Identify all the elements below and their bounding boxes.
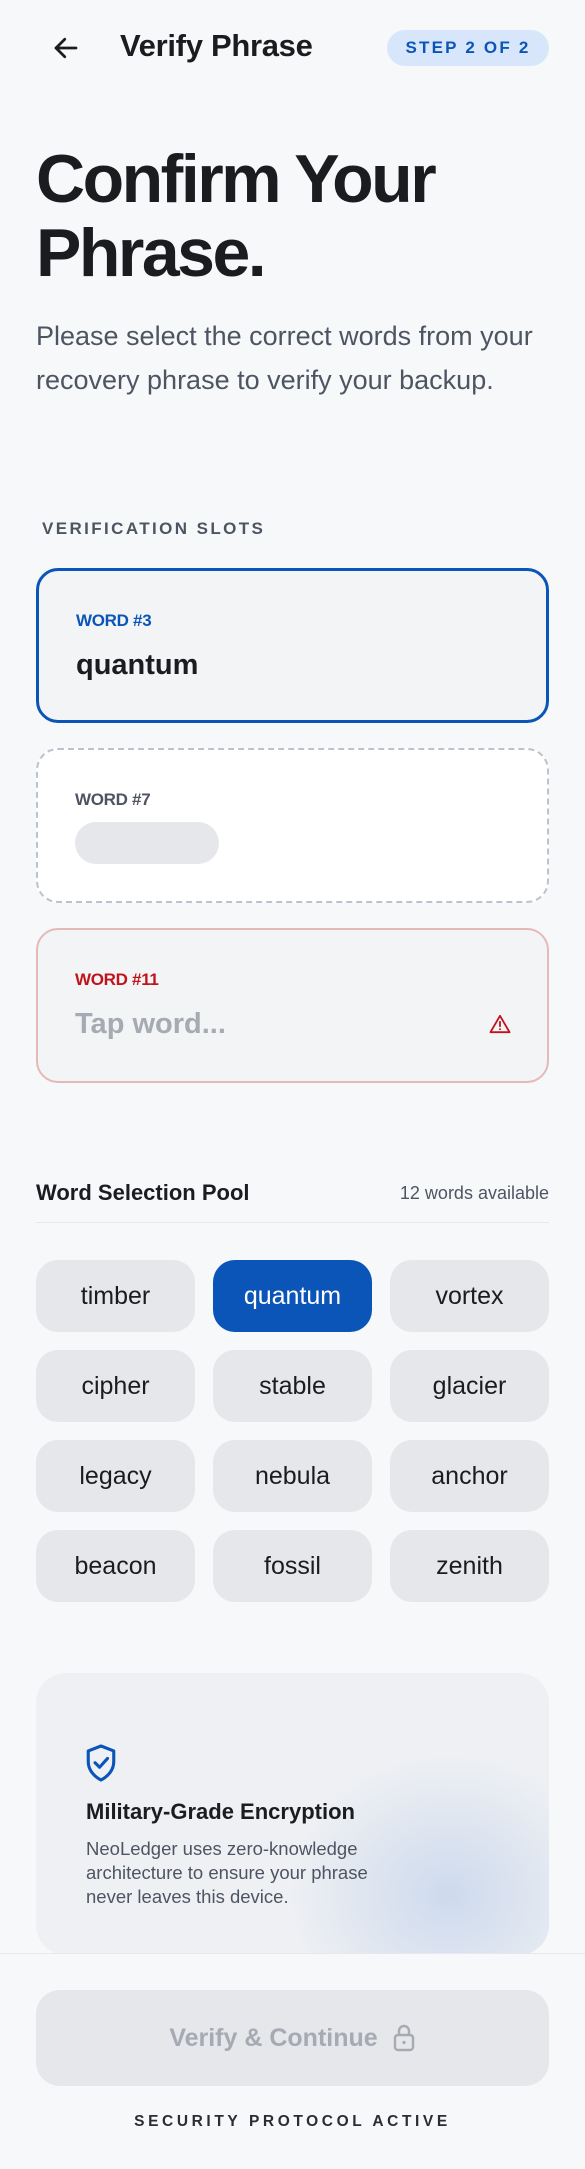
word-chip-vortex[interactable]: vortex — [390, 1260, 549, 1332]
hero-subtitle: Please select the correct words from you… — [36, 321, 533, 395]
word-chip-quantum[interactable]: quantum — [213, 1260, 372, 1332]
word-chip-timber[interactable]: timber — [36, 1260, 195, 1332]
verification-slots-label: VERIFICATION SLOTS — [42, 519, 266, 538]
info-title: Military-Grade Encryption — [86, 1799, 355, 1824]
word-chip-beacon[interactable]: beacon — [36, 1530, 195, 1602]
step-badge: STEP 2 OF 2 — [387, 30, 549, 66]
word-chip-fossil[interactable]: fossil — [213, 1530, 372, 1602]
slot-label: WORD #11 — [75, 970, 159, 989]
word-chip-glacier[interactable]: glacier — [390, 1350, 549, 1422]
verification-slot-word-7[interactable]: WORD #7 — [36, 748, 549, 903]
info-text: NeoLedger uses zero-knowledge architectu… — [86, 1838, 368, 1907]
shield-check-icon — [86, 1744, 116, 1782]
word-pool-title: Word Selection Pool — [36, 1180, 250, 1205]
verification-slot-word-11[interactable]: WORD #11 Tap word... — [36, 928, 549, 1083]
word-pool-grid: timber quantum vortex cipher stable glac… — [36, 1260, 549, 1602]
divider — [36, 1222, 549, 1223]
warning-icon — [489, 1014, 511, 1034]
word-chip-cipher[interactable]: cipher — [36, 1350, 195, 1422]
empty-word-placeholder — [75, 822, 219, 864]
word-chip-legacy[interactable]: legacy — [36, 1440, 195, 1512]
word-pool-count: 12 words available — [399, 1183, 549, 1203]
slot-value: quantum — [76, 649, 199, 681]
cta-label: Verify & Continue — [169, 2023, 378, 2052]
back-button[interactable] — [44, 26, 88, 70]
hero-title-line-2: Phrase. — [36, 215, 267, 291]
slot-label: WORD #7 — [75, 790, 151, 809]
word-chip-nebula[interactable]: nebula — [213, 1440, 372, 1512]
hero-title: Confirm Your Phrase. — [36, 142, 556, 290]
slot-label: WORD #3 — [76, 611, 152, 630]
word-chip-stable[interactable]: stable — [213, 1350, 372, 1422]
page-title: Verify Phrase — [120, 28, 313, 63]
top-app-bar: Verify Phrase STEP 2 OF 2 — [0, 0, 585, 96]
word-chip-zenith[interactable]: zenith — [390, 1530, 549, 1602]
slot-placeholder: Tap word... — [75, 1008, 226, 1040]
arrow-left-icon — [54, 37, 78, 59]
verification-slot-word-3[interactable]: WORD #3 quantum — [36, 568, 549, 723]
verify-continue-button[interactable]: Verify & Continue — [36, 1990, 549, 2086]
security-status-text: SECURITY PROTOCOL ACTIVE — [134, 2113, 451, 2130]
word-chip-anchor[interactable]: anchor — [390, 1440, 549, 1512]
encryption-info-card: Military-Grade Encryption NeoLedger uses… — [36, 1673, 549, 1955]
lock-icon — [393, 2024, 414, 2052]
hero-title-line-1: Confirm Your — [36, 141, 437, 217]
